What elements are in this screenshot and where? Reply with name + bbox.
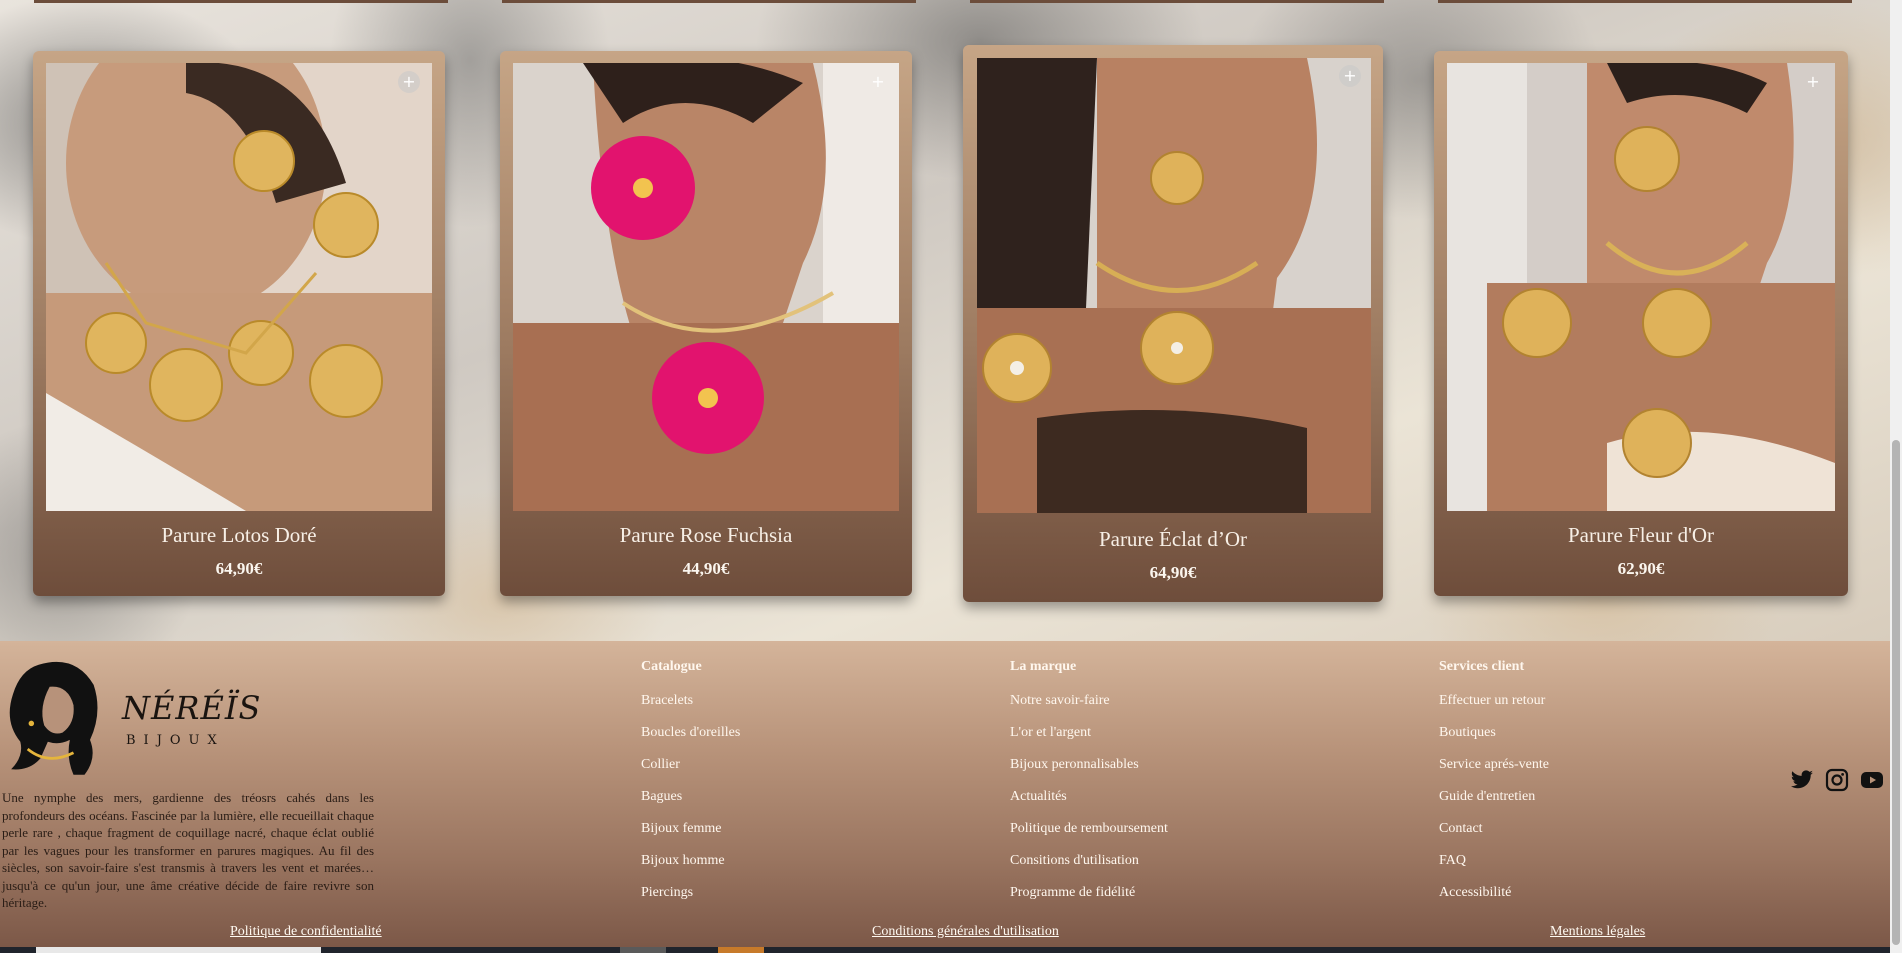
footer-link[interactable]: Boutiques	[1439, 723, 1549, 755]
youtube-icon[interactable]	[1859, 768, 1885, 792]
add-icon[interactable]: +	[398, 71, 420, 93]
product-photo[interactable]	[46, 63, 432, 511]
add-icon[interactable]: +	[867, 71, 889, 93]
product-photo[interactable]	[1447, 63, 1835, 511]
add-icon[interactable]: +	[1802, 71, 1824, 93]
previous-card-edge	[1438, 0, 1852, 3]
column-title: Catalogue	[641, 659, 702, 674]
taskbar-item[interactable]	[718, 947, 764, 953]
footer-link[interactable]: L'or et l'argent	[1010, 723, 1168, 755]
taskbar-item[interactable]	[620, 947, 666, 953]
product-title: Parure Lotos Doré	[161, 523, 317, 547]
product-title: Parure Fleur d'Or	[1567, 523, 1715, 547]
site-footer: NÉRÉÏS BIJOUX Une nymphe des mers, gardi…	[0, 641, 1890, 953]
brand-logo[interactable]: NÉRÉÏS BIJOUX	[2, 653, 260, 783]
product-photo[interactable]	[977, 58, 1371, 513]
terms-link[interactable]: Conditions générales d'utilisation	[872, 924, 1059, 940]
footer-column-catalogue: Catalogue Bracelets Boucles d'oreilles C…	[641, 659, 740, 915]
twitter-icon[interactable]	[1789, 768, 1815, 792]
legal-notice-link[interactable]: Mentions légales	[1550, 924, 1645, 940]
product-price: 44,90€	[682, 559, 730, 578]
footer-link[interactable]: Programme de fidélité	[1010, 883, 1168, 915]
footer-link[interactable]: Accessibilité	[1439, 883, 1549, 915]
product-card[interactable]: + Parure Éclat d’Or 64,90€	[963, 45, 1383, 602]
product-price: 62,90€	[1617, 559, 1665, 578]
previous-card-edge	[34, 0, 448, 3]
footer-link[interactable]: Boucles d'oreilles	[641, 723, 740, 755]
footer-link[interactable]: Politique de remboursement	[1010, 819, 1168, 851]
add-icon[interactable]: +	[1339, 65, 1361, 87]
footer-link[interactable]: Piercings	[641, 883, 740, 915]
column-title: Services client	[1439, 659, 1525, 674]
footer-link[interactable]: Bracelets	[641, 691, 740, 723]
footer-column-brand: La marque Notre savoir-faire L'or et l'a…	[1010, 659, 1168, 915]
footer-link[interactable]: Bagues	[641, 787, 740, 819]
product-title: Parure Éclat d’Or	[1098, 527, 1248, 551]
column-title: La marque	[1010, 659, 1077, 674]
footer-link[interactable]: Bijoux femme	[641, 819, 740, 851]
privacy-policy-link[interactable]: Politique de confidentialité	[230, 924, 382, 940]
footer-link[interactable]: Consitions d'utilisation	[1010, 851, 1168, 883]
product-card[interactable]: + Parure Rose Fuchsia 44,90€	[500, 51, 912, 596]
page-scrollbar[interactable]	[1890, 0, 1902, 953]
brand-name: NÉRÉÏS	[122, 689, 262, 727]
footer-link[interactable]: Service aprés-vente	[1439, 755, 1549, 787]
product-card[interactable]: + Parure Lotos Doré 64,90€	[33, 51, 445, 596]
footer-link[interactable]: Contact	[1439, 819, 1549, 851]
footer-link[interactable]: Actualités	[1010, 787, 1168, 819]
footer-link[interactable]: Bijoux homme	[641, 851, 740, 883]
scrollbar-thumb[interactable]	[1892, 440, 1900, 945]
brand-story: Une nymphe des mers, gardienne des tréos…	[2, 790, 374, 910]
footer-link[interactable]: Notre savoir-faire	[1010, 691, 1168, 723]
product-card[interactable]: + Parure Fleur d'Or 62,90€	[1434, 51, 1848, 596]
taskbar-item[interactable]	[36, 947, 321, 953]
product-price: 64,90€	[215, 559, 263, 578]
os-taskbar	[0, 947, 1890, 953]
footer-link[interactable]: Bijoux peronnalisables	[1010, 755, 1168, 787]
footer-link[interactable]: Guide d'entretien	[1439, 787, 1549, 819]
footer-link[interactable]: Collier	[641, 755, 740, 787]
footer-column-services: Services client Effectuer un retour Bout…	[1439, 659, 1549, 915]
product-photo[interactable]	[513, 63, 899, 511]
nymph-logo-icon	[9, 661, 98, 775]
product-title: Parure Rose Fuchsia	[619, 523, 793, 547]
previous-card-edge	[970, 0, 1384, 3]
footer-link[interactable]: Effectuer un retour	[1439, 691, 1549, 723]
instagram-icon[interactable]	[1824, 768, 1850, 792]
previous-card-edge	[502, 0, 916, 3]
product-price: 64,90€	[1149, 563, 1197, 582]
footer-link[interactable]: FAQ	[1439, 851, 1549, 883]
product-gallery: + Parure Lotos Doré 64,90€ + Parure Rose…	[0, 0, 1890, 641]
brand-subtitle: BIJOUX	[126, 733, 225, 748]
